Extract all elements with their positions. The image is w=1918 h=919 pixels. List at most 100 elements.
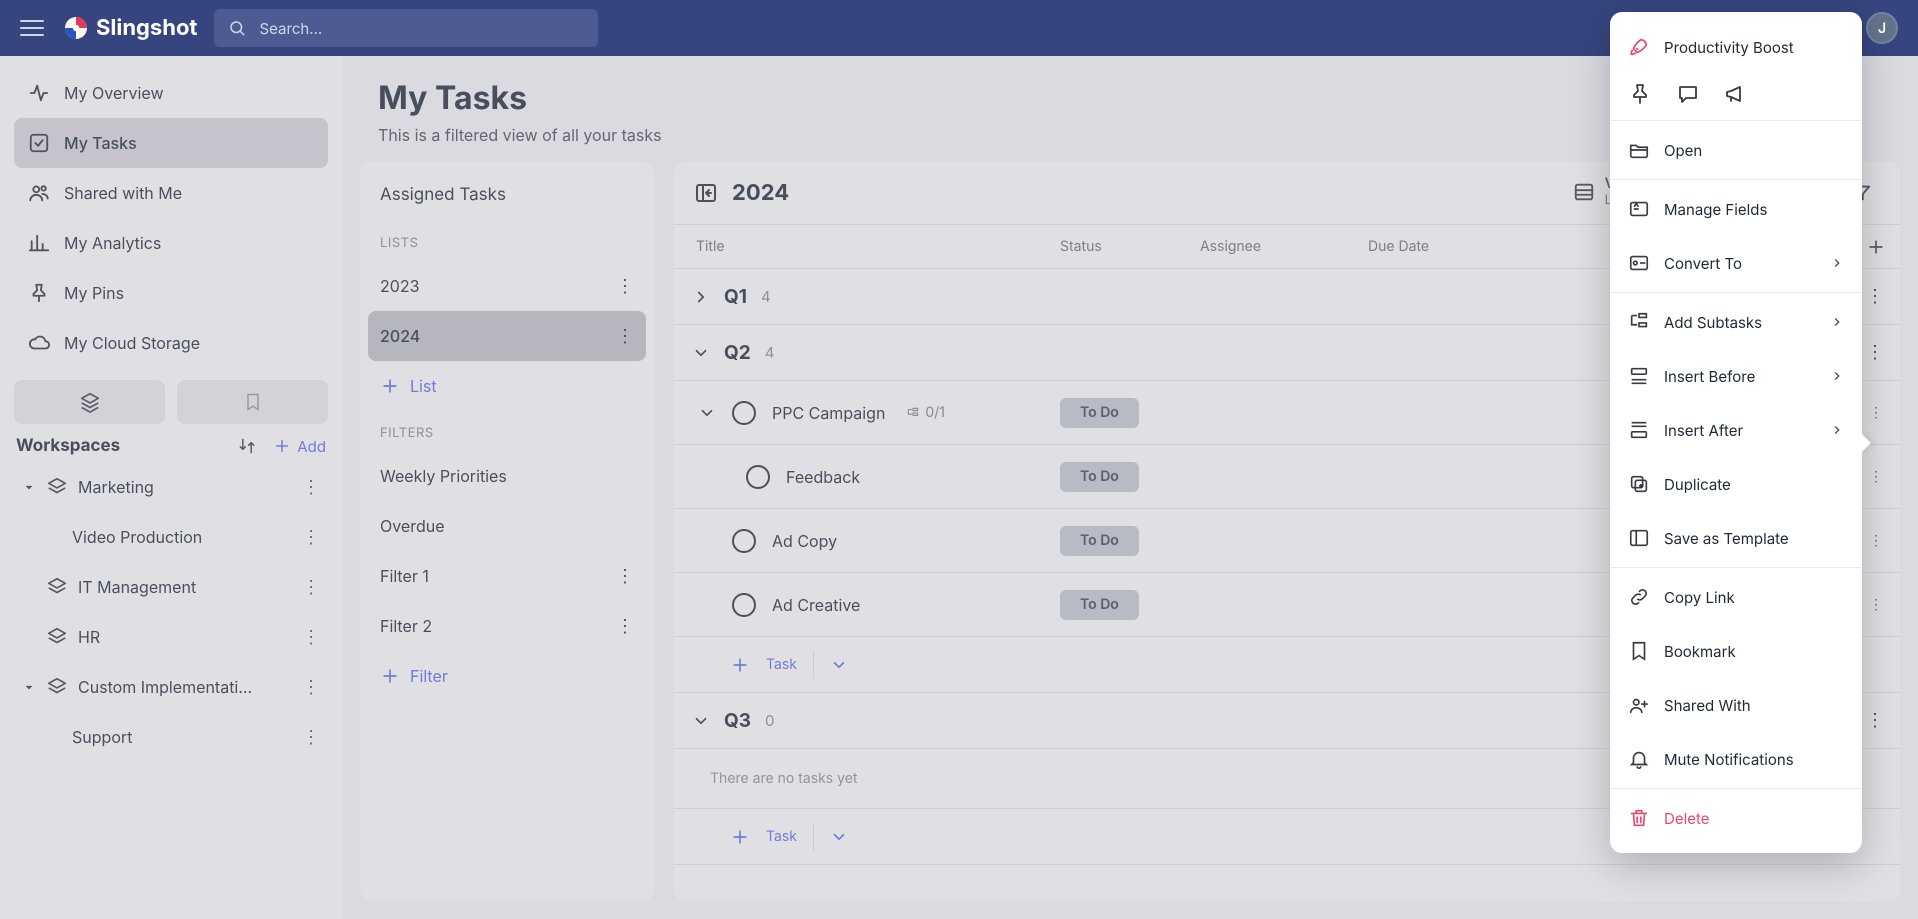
list-2023[interactable]: 2023 ⋮ [368,261,646,311]
more-icon[interactable]: ⋮ [302,477,320,498]
add-workspace-button[interactable]: Add [273,437,326,456]
search-input[interactable] [258,18,584,39]
workspace-hr[interactable]: HR ⋮ [14,612,328,662]
status-chip[interactable]: To Do [1060,526,1139,556]
chevron-down-icon[interactable] [830,656,848,674]
cloud-icon [28,332,50,354]
activity-icon [28,82,50,104]
filter-label: Weekly Priorities [380,466,507,486]
lists-header: LISTS [368,221,646,261]
menu-toggle[interactable] [20,14,48,42]
list-2024[interactable]: 2024 ⋮ [368,311,646,361]
sidebar-layers-button[interactable] [14,380,165,424]
comment-icon[interactable] [1676,82,1700,106]
more-icon[interactable]: ⋮ [302,527,320,548]
ctx-productivity-boost[interactable]: Productivity Boost [1610,20,1862,74]
ctx-delete[interactable]: Delete [1610,791,1862,845]
more-icon[interactable]: ⋮ [616,276,634,297]
nav-label: My Pins [64,283,124,303]
workspace-video-production[interactable]: Video Production ⋮ [14,512,328,562]
ctx-bookmark[interactable]: Bookmark [1610,624,1862,678]
chevron-down-icon[interactable] [698,404,716,422]
ctx-copy-link[interactable]: Copy Link [1610,570,1862,624]
pin-icon[interactable] [1628,82,1652,106]
filter-weekly-priorities[interactable]: Weekly Priorities [368,451,646,501]
ctx-save-as-template[interactable]: Save as Template [1610,511,1862,565]
layers-icon [46,626,68,648]
chevron-down-icon [692,344,710,362]
add-filter-button[interactable]: Filter [368,651,646,701]
filter-overdue[interactable]: Overdue [368,501,646,551]
insert-after-icon [1628,419,1650,441]
ctx-shared-with[interactable]: Shared With [1610,678,1862,732]
chevron-down-icon [22,680,36,694]
ctx-convert-to[interactable]: Convert To [1610,236,1862,290]
status-circle[interactable] [732,401,756,425]
nav-my-analytics[interactable]: My Analytics [14,218,328,268]
workspace-support[interactable]: Support ⋮ [14,712,328,762]
user-avatar[interactable]: J [1866,12,1898,44]
megaphone-icon[interactable] [1724,82,1748,106]
nav-my-pins[interactable]: My Pins [14,268,328,318]
nav-my-tasks[interactable]: My Tasks [14,118,328,168]
add-task-label: Task [766,828,797,845]
collapse-panel-icon[interactable] [694,181,718,205]
status-circle[interactable] [732,529,756,553]
section-name: Q2 [724,341,751,364]
ctx-label: Bookmark [1664,642,1736,661]
chevron-down-icon[interactable] [830,828,848,846]
status-circle[interactable] [732,593,756,617]
pin-icon [28,282,50,304]
checkbox-icon [28,132,50,154]
more-icon[interactable]: ⋮ [1866,342,1884,363]
workspaces-heading: Workspaces [16,436,120,456]
more-icon[interactable]: ⋮ [302,627,320,648]
ctx-add-subtasks[interactable]: Add Subtasks [1610,295,1862,349]
ctx-label: Delete [1664,809,1709,828]
more-icon[interactable]: ⋮ [302,677,320,698]
sidebar-bookmark-button[interactable] [177,380,328,424]
more-icon[interactable]: ⋮ [1866,286,1884,307]
nav-label: My Tasks [64,133,137,153]
workspace-it-management[interactable]: IT Management ⋮ [14,562,328,612]
filter-2[interactable]: Filter 2 ⋮ [368,601,646,651]
workspace-custom-implementation[interactable]: Custom Implementati... ⋮ [14,662,328,712]
sort-icon[interactable] [237,436,257,456]
more-icon[interactable]: ⋮ [302,577,320,598]
more-icon[interactable]: ⋮ [616,616,634,637]
more-icon[interactable]: ⋮ [302,727,320,748]
global-search[interactable] [214,9,598,47]
template-icon [1628,527,1650,549]
workspace-marketing[interactable]: Marketing ⋮ [14,462,328,512]
ctx-open[interactable]: Open [1610,123,1862,177]
brand-logo[interactable]: Slingshot [64,15,198,41]
ctx-insert-before[interactable]: Insert Before [1610,349,1862,403]
more-icon[interactable]: ⋮ [616,566,634,587]
layers-icon [46,676,68,698]
section-name: Q1 [724,285,747,308]
nav-my-overview[interactable]: My Overview [14,68,328,118]
ctx-mute-notifications[interactable]: Mute Notifications [1610,732,1862,786]
more-icon[interactable]: ⋮ [1866,710,1884,731]
ctx-duplicate[interactable]: Duplicate [1610,457,1862,511]
ctx-label: Mute Notifications [1664,750,1794,769]
status-chip[interactable]: To Do [1060,398,1139,428]
col-assignee: Assignee [1200,238,1368,255]
task-title: Feedback [786,467,860,487]
status-circle[interactable] [746,465,770,489]
bell-off-icon [1628,748,1650,770]
shared-icon [1628,694,1650,716]
status-chip[interactable]: To Do [1060,462,1139,492]
status-chip[interactable]: To Do [1060,590,1139,620]
list-label: 2024 [380,326,420,346]
section-count: 0 [765,711,774,730]
add-list-button[interactable]: List [368,361,646,411]
nav-my-cloud-storage[interactable]: My Cloud Storage [14,318,328,368]
section-count: 4 [761,287,771,306]
ctx-manage-fields[interactable]: Manage Fields [1610,182,1862,236]
ctx-insert-after[interactable]: Insert After [1610,403,1862,457]
filter-1[interactable]: Filter 1 ⋮ [368,551,646,601]
more-icon[interactable]: ⋮ [616,326,634,347]
ctx-label: Productivity Boost [1664,38,1794,57]
nav-shared-with-me[interactable]: Shared with Me [14,168,328,218]
